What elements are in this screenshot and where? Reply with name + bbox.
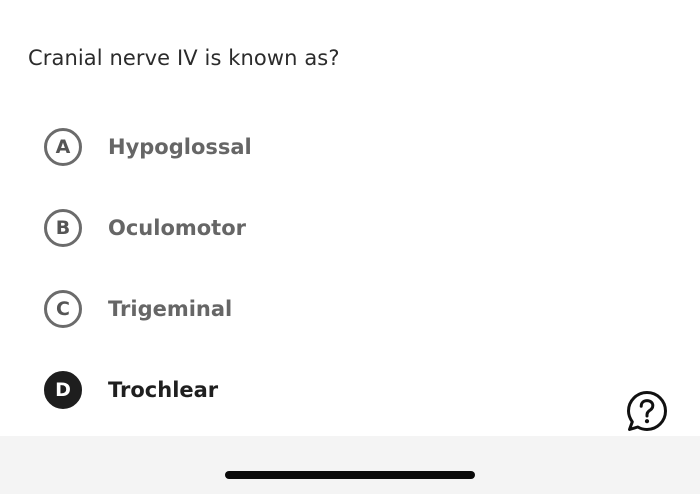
option-a-label: Hypoglossal (108, 135, 252, 159)
help-button[interactable] (626, 390, 668, 432)
option-d-letter-badge: D (44, 371, 82, 409)
question-text: Cranial nerve IV is known as? (28, 46, 340, 70)
option-b[interactable]: B Oculomotor (44, 205, 246, 251)
option-d-label: Trochlear (108, 378, 219, 402)
option-c[interactable]: C Trigeminal (44, 286, 232, 332)
help-question-bubble-icon (627, 391, 667, 431)
option-a-letter-badge: A (44, 128, 82, 166)
option-b-label: Oculomotor (108, 216, 247, 240)
home-indicator[interactable] (225, 471, 475, 479)
option-c-label: Trigeminal (108, 297, 233, 321)
option-c-letter-badge: C (44, 290, 82, 328)
option-d[interactable]: D Trochlear (44, 367, 218, 413)
option-b-letter-badge: B (44, 209, 82, 247)
option-a[interactable]: A Hypoglossal (44, 124, 252, 170)
bottom-bar (0, 436, 700, 494)
